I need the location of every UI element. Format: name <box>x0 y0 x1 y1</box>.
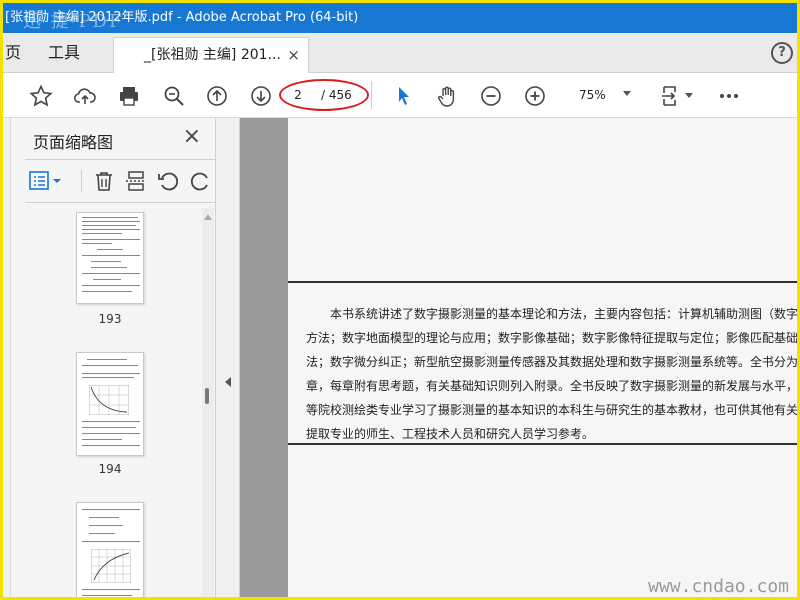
panel-close-icon[interactable]: × <box>183 124 201 149</box>
abstract-text: 本书系统讲述了数字摄影测量的基本理论和方法，主要内容包括：计算机辅助测图（数字测… <box>306 302 800 446</box>
window-title-bar: [张祖勋 主编] 2012年版.pdf - Adobe Acrobat Pro … <box>3 3 797 33</box>
thumbnail-page-number: 194 <box>98 462 122 476</box>
abstract-line: 等院校测绘类专业学习了摄影测量的基本知识的本科生与研究生的基本教材，也可供其他有… <box>306 403 800 417</box>
page-fit-dropdown-chevron-icon[interactable] <box>685 93 693 98</box>
tab-close-icon[interactable]: × <box>287 38 300 72</box>
page-thumbnails-panel: 页面缩略图 × 193 194 <box>11 118 216 597</box>
thumbnail-list: 193 194 <box>25 208 200 597</box>
highlight-ellipse <box>279 79 369 111</box>
rotate-right-icon[interactable] <box>187 168 215 194</box>
page-thumbnail[interactable] <box>76 212 144 304</box>
print-icon[interactable] <box>115 82 143 110</box>
tab-document-label: _[张祖勋 主编] 201... <box>144 47 281 63</box>
upload-cloud-icon[interactable] <box>71 82 99 110</box>
zoom-out-icon[interactable] <box>477 82 505 110</box>
tab-home[interactable]: 页 <box>5 33 21 73</box>
abstract-line: 法；数字微分纠正；新型航空摄影测量传感器及其数据处理和数字摄影测量系统等。全书分… <box>306 355 800 369</box>
horizontal-rule <box>288 443 797 445</box>
watermark-bottom: www.cndao.com <box>648 576 789 597</box>
extract-pages-icon[interactable] <box>123 168 149 194</box>
horizontal-rule <box>288 281 797 283</box>
collapse-panel-arrow-icon[interactable] <box>225 377 231 387</box>
document-viewport[interactable]: 本书系统讲述了数字摄影测量的基本理论和方法，主要内容包括：计算机辅助测图（数字测… <box>240 118 800 597</box>
page-fit-icon[interactable] <box>657 82 685 110</box>
page-thumbnail[interactable] <box>76 352 144 456</box>
page-thumbnail[interactable] <box>76 502 144 597</box>
scroll-up-arrow-icon[interactable] <box>204 214 212 220</box>
thumbnail-page-number: 193 <box>98 312 122 326</box>
scrollbar-thumb[interactable] <box>205 388 209 404</box>
abstract-line: 本书系统讲述了数字摄影测量的基本理论和方法，主要内容包括：计算机辅助测图（数字测… <box>330 307 800 321</box>
help-icon[interactable]: ? <box>771 42 793 64</box>
previous-page-icon[interactable] <box>203 82 231 110</box>
zoom-in-icon[interactable] <box>521 82 549 110</box>
left-nav-strip <box>3 118 11 597</box>
next-page-icon[interactable] <box>247 82 275 110</box>
panel-title: 页面缩略图 <box>33 133 114 152</box>
app-frame: [张祖勋 主编] 2012年版.pdf - Adobe Acrobat Pro … <box>0 0 800 600</box>
panel-divider <box>25 202 215 203</box>
abstract-line: 章，每章附有思考题，有关基础知识则列入附录。全书反映了数字摄影测量的新发展与水平… <box>306 379 800 393</box>
delete-trash-icon[interactable] <box>91 168 117 194</box>
more-options-icon[interactable] <box>715 82 743 110</box>
select-cursor-icon[interactable] <box>390 82 418 110</box>
panel-toolbar <box>25 166 215 196</box>
abstract-line: 方法；数字地面模型的理论与应用；数字影像基础；数字影像特征提取与定位；影像匹配基… <box>306 331 800 345</box>
zoom-level-select[interactable]: 75% <box>579 83 606 107</box>
panel-tool-divider <box>81 170 82 192</box>
panel-collapse-strip[interactable] <box>216 118 240 597</box>
thumbnail-options-icon[interactable] <box>27 168 67 194</box>
tab-bar: 页 工具 _[张祖勋 主编] 201... × ? <box>3 33 797 73</box>
rotate-left-icon[interactable] <box>155 168 181 194</box>
toolbar-divider <box>371 81 372 109</box>
tab-tools[interactable]: 工具 <box>48 33 80 73</box>
document-page: 本书系统讲述了数字摄影测量的基本理论和方法，主要内容包括：计算机辅助测图（数字测… <box>288 118 800 597</box>
main-toolbar: 2 / 456 75% <box>3 73 797 118</box>
hand-tool-icon[interactable] <box>433 82 461 110</box>
bookmark-star-icon[interactable] <box>27 82 55 110</box>
tab-document[interactable]: _[张祖勋 主编] 201... × <box>113 37 309 73</box>
thumbnail-scrollbar[interactable] <box>202 208 214 597</box>
panel-divider <box>25 159 215 160</box>
zoom-dropdown-chevron-icon[interactable] <box>623 91 631 96</box>
zoom-search-icon[interactable] <box>160 82 188 110</box>
